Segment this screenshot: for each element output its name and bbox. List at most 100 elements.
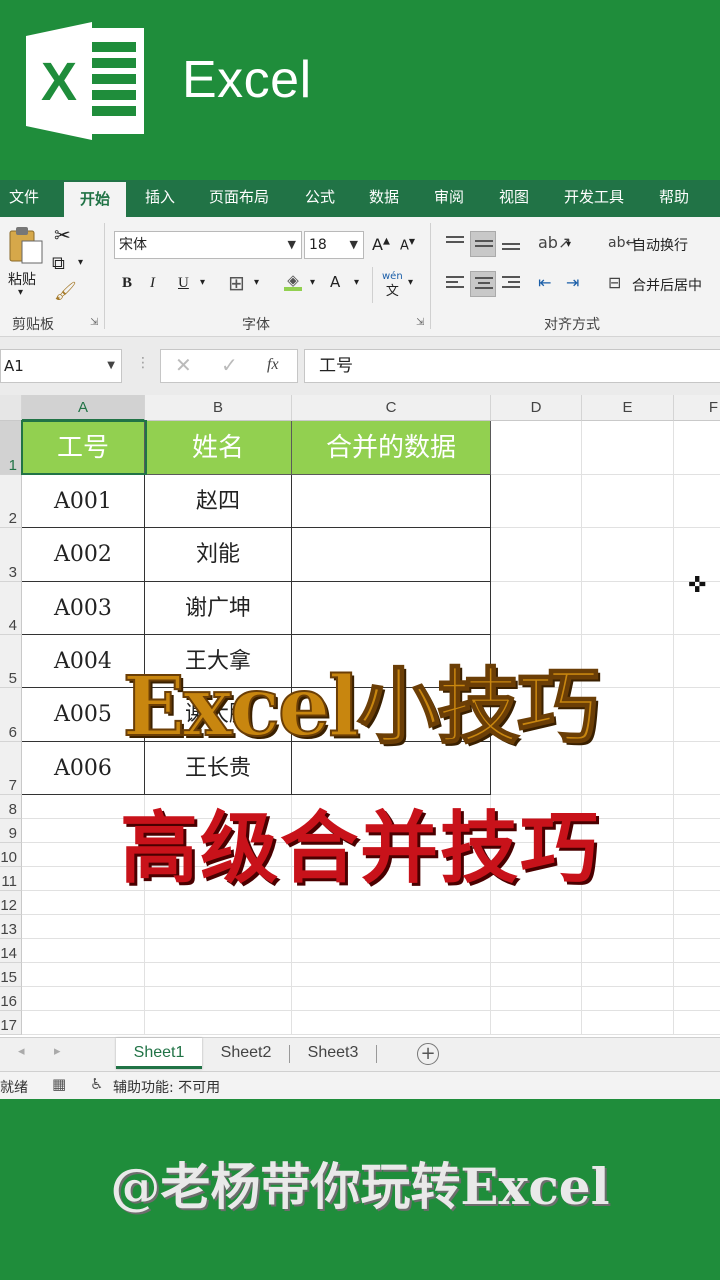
cell-c15[interactable] — [292, 963, 491, 987]
formula-input[interactable]: 工号 — [304, 349, 720, 383]
cell-d15[interactable] — [491, 963, 582, 987]
cell-b4[interactable]: 谢广坤 — [145, 582, 292, 635]
tab-home[interactable]: 开始 — [64, 180, 126, 217]
cell-d17[interactable] — [491, 1011, 582, 1035]
cell-f16[interactable] — [674, 987, 720, 1011]
borders-icon[interactable]: ⊞ — [228, 271, 245, 295]
paste-icon[interactable] — [8, 225, 44, 265]
cell-a3[interactable]: A002 — [22, 528, 145, 582]
clipboard-launcher-icon[interactable]: ⇲ — [90, 317, 98, 328]
row-header-15[interactable]: 15 — [0, 963, 22, 987]
decrease-indent-icon[interactable]: ⇤ — [538, 273, 551, 292]
scroll-left-icon[interactable]: ◂ — [18, 1044, 25, 1059]
cell-b14[interactable] — [145, 939, 292, 963]
tab-file[interactable]: 文件 — [0, 180, 48, 217]
sheet-tab-3[interactable]: Sheet3 — [294, 1038, 372, 1069]
font-launcher-icon[interactable]: ⇲ — [416, 317, 424, 328]
grow-font-button[interactable]: A▲ — [372, 235, 390, 254]
shrink-font-button[interactable]: A▼ — [400, 237, 415, 253]
cell-d4[interactable] — [491, 582, 582, 635]
column-header-a[interactable]: A — [22, 395, 145, 421]
tab-help[interactable]: 帮助 — [650, 180, 698, 217]
column-header-e[interactable]: E — [582, 395, 674, 421]
align-center-button[interactable] — [470, 271, 496, 297]
cell-b17[interactable] — [145, 1011, 292, 1035]
cell-f13[interactable] — [674, 915, 720, 939]
font-color-icon[interactable]: A — [330, 273, 340, 291]
cell-a14[interactable] — [22, 939, 145, 963]
name-box[interactable]: A1 ▼ — [0, 349, 122, 383]
align-left-button[interactable] — [442, 271, 468, 297]
cell-b13[interactable] — [145, 915, 292, 939]
cell-d16[interactable] — [491, 987, 582, 1011]
font-size-dropdown[interactable]: 18 ▼ — [304, 231, 364, 259]
copy-dropdown-caret[interactable]: ▾ — [78, 257, 83, 268]
fill-color-icon[interactable]: ◈ — [284, 271, 302, 291]
cell-e1[interactable] — [582, 421, 674, 475]
cell-a1[interactable]: 工号 — [22, 421, 145, 475]
cell-b2[interactable]: 赵四 — [145, 475, 292, 528]
column-header-d[interactable]: D — [491, 395, 582, 421]
column-header-f[interactable]: F — [674, 395, 720, 421]
merge-center-button[interactable]: 合并后居中 — [632, 275, 702, 295]
italic-button[interactable]: I — [150, 275, 155, 292]
cell-e2[interactable] — [582, 475, 674, 528]
cancel-icon[interactable]: ✕ — [175, 353, 192, 377]
font-color-dropdown-caret[interactable]: ▾ — [354, 277, 359, 288]
add-sheet-button[interactable]: + — [417, 1043, 439, 1065]
cell-b15[interactable] — [145, 963, 292, 987]
wrap-text-button[interactable]: 自动换行 — [632, 235, 688, 255]
tab-review[interactable]: 审阅 — [425, 180, 473, 217]
select-all-corner[interactable] — [0, 395, 22, 421]
cell-b3[interactable]: 刘能 — [145, 528, 292, 582]
cell-e3[interactable] — [582, 528, 674, 582]
accessibility-status[interactable]: 辅助功能: 不可用 — [113, 1077, 220, 1097]
cell-c17[interactable] — [292, 1011, 491, 1035]
format-painter-icon[interactable]: 🖌 — [54, 281, 77, 302]
cell-e4[interactable] — [582, 582, 674, 635]
font-name-dropdown[interactable]: 宋体 ▼ — [114, 231, 302, 259]
align-middle-button[interactable] — [470, 231, 496, 257]
cell-d3[interactable] — [491, 528, 582, 582]
cell-b16[interactable] — [145, 987, 292, 1011]
macro-record-icon[interactable]: ▦ — [52, 1075, 66, 1093]
cell-c13[interactable] — [292, 915, 491, 939]
row-header-17[interactable]: 17 — [0, 1011, 22, 1035]
tab-formulas[interactable]: 公式 — [296, 180, 344, 217]
cell-a17[interactable] — [22, 1011, 145, 1035]
tab-insert[interactable]: 插入 — [136, 180, 184, 217]
phonetic-guide-button[interactable]: wén 文 — [382, 271, 403, 299]
orientation-dropdown-caret[interactable]: ▾ — [566, 239, 571, 250]
fill-color-dropdown-caret[interactable]: ▾ — [310, 277, 315, 288]
insert-function-icon[interactable]: fx — [267, 356, 279, 374]
paste-button[interactable]: 粘贴 — [8, 269, 36, 289]
increase-indent-icon[interactable]: ⇥ — [566, 273, 579, 292]
cell-b1[interactable]: 姓名 — [145, 421, 292, 475]
column-header-c[interactable]: C — [292, 395, 491, 421]
cell-f17[interactable] — [674, 1011, 720, 1035]
copy-icon[interactable]: ⧉ — [52, 253, 65, 274]
cell-d1[interactable] — [491, 421, 582, 475]
cell-a15[interactable] — [22, 963, 145, 987]
cell-c4[interactable] — [292, 582, 491, 635]
sheet-tab-2[interactable]: Sheet2 — [206, 1038, 286, 1069]
cell-e15[interactable] — [582, 963, 674, 987]
align-bottom-button[interactable] — [498, 231, 524, 257]
scroll-right-icon[interactable]: ▸ — [54, 1044, 61, 1059]
tab-developer[interactable]: 开发工具 — [556, 180, 632, 217]
cell-f14[interactable] — [674, 939, 720, 963]
cell-c14[interactable] — [292, 939, 491, 963]
tab-page-layout[interactable]: 页面布局 — [200, 180, 278, 217]
cell-a16[interactable] — [22, 987, 145, 1011]
row-header-2[interactable]: 2 — [0, 475, 22, 528]
phonetic-dropdown-caret[interactable]: ▾ — [408, 277, 413, 288]
row-header-4[interactable]: 4 — [0, 582, 22, 635]
tab-data[interactable]: 数据 — [360, 180, 408, 217]
underline-dropdown-caret[interactable]: ▾ — [200, 277, 205, 288]
cell-e16[interactable] — [582, 987, 674, 1011]
cell-c2[interactable] — [292, 475, 491, 528]
column-header-b[interactable]: B — [145, 395, 292, 421]
cell-c3[interactable] — [292, 528, 491, 582]
row-header-3[interactable]: 3 — [0, 528, 22, 582]
cell-e17[interactable] — [582, 1011, 674, 1035]
